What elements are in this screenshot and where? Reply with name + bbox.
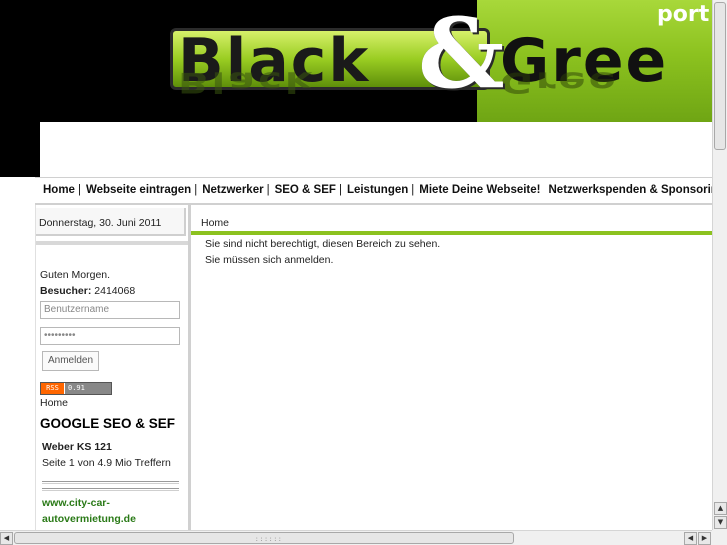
rss-label: RSS: [41, 383, 65, 394]
city-car-link-continued[interactable]: autovermietung.de: [42, 513, 136, 525]
nav-list: Home | Webseite eintragen | Netzwerker | SE…: [35, 178, 725, 202]
banner-area: [40, 122, 712, 177]
scroll-down-icon[interactable]: ▼: [714, 516, 727, 529]
username-input[interactable]: Benutzername: [40, 301, 180, 319]
nav-separator: |: [77, 184, 81, 196]
rss-badge[interactable]: RSS 0.91: [40, 382, 112, 395]
main-navigation: Home | Webseite eintragen | Netzwerker | SE…: [35, 177, 725, 205]
nav-separator: |: [194, 184, 198, 196]
access-denied-message: Sie sind nicht berechtigt, diesen Bereic…: [205, 238, 441, 250]
city-car-link[interactable]: www.city-car-: [42, 497, 110, 509]
login-button[interactable]: Anmelden: [42, 351, 99, 371]
visitors-count: 2414068: [94, 285, 136, 297]
seo-result: Seite 1 von 4.9 Mio Treffern: [42, 457, 171, 469]
nav-item-webseite-eintragen[interactable]: Webseite eintragen: [86, 184, 191, 196]
nav-item-miete-webseite[interactable]: Miete Deine Webseite!: [419, 184, 540, 196]
nav-separator: |: [411, 184, 415, 196]
scroll-left-icon[interactable]: ◀: [0, 532, 13, 545]
seo-keyword: Weber KS 121: [42, 441, 112, 453]
page: Black Black Gree Gree & port Home | Webse…: [0, 0, 727, 545]
vertical-scrollbar[interactable]: ▲ ▼: [712, 0, 727, 530]
nav-item-seo-sef[interactable]: SEO & SEF: [275, 184, 336, 196]
sidebar-divider: [36, 241, 189, 245]
sidebar-home-link[interactable]: Home: [40, 397, 68, 409]
breadcrumb-bar: Home: [191, 208, 712, 235]
scroll-right-icon[interactable]: ▶: [698, 532, 711, 545]
date-box: Donnerstag, 30. Juni 2011: [36, 208, 186, 236]
password-input[interactable]: •••••••••: [40, 327, 180, 345]
horizontal-scroll-thumb[interactable]: ::::::: [14, 532, 514, 544]
nav-item-leistungen[interactable]: Leistungen: [347, 184, 408, 196]
nav-separator: |: [338, 184, 342, 196]
scrollbar-corner: [712, 530, 727, 545]
seo-heading: GOOGLE SEO & SEF: [40, 416, 176, 431]
logo-reflection-black: Black: [178, 65, 315, 98]
scroll-left-icon[interactable]: ◀: [684, 532, 697, 545]
logo-port-text: port: [657, 2, 710, 27]
login-required-message: Sie müssen sich anmelden.: [205, 254, 334, 266]
visitor-counter: Besucher: 2414068: [40, 285, 135, 297]
horizontal-scrollbar[interactable]: ◀ :::::: ◀ ▶: [0, 530, 712, 545]
nav-item-home[interactable]: Home: [43, 184, 75, 196]
current-date: Donnerstag, 30. Juni 2011: [39, 217, 162, 229]
vertical-scroll-thumb[interactable]: [714, 2, 726, 150]
rss-version: 0.91: [65, 383, 111, 394]
greeting-text: Guten Morgen.: [40, 269, 111, 281]
nav-separator: |: [266, 184, 270, 196]
scroll-grip-icon: ::::::: [255, 536, 283, 543]
main-content: Home Sie sind nicht berechtigt, diesen B…: [188, 205, 712, 530]
site-header: Black Black Gree Gree & port: [0, 0, 712, 122]
left-black-strip: [0, 122, 40, 177]
breadcrumb[interactable]: Home: [201, 217, 229, 229]
sidebar-rule: [42, 488, 179, 491]
scroll-up-icon[interactable]: ▲: [714, 502, 727, 515]
left-sidebar: Donnerstag, 30. Juni 2011 Guten Morgen. …: [35, 205, 189, 530]
logo-ampersand: &: [418, 0, 505, 110]
sidebar-rule: [42, 481, 179, 484]
logo-reflection-green: Gree: [500, 65, 619, 98]
nav-item-netzwerker[interactable]: Netzwerker: [202, 184, 263, 196]
visitors-label: Besucher:: [40, 285, 92, 297]
nav-item-netzwerkspenden[interactable]: Netzwerkspenden & Sponsoring: [549, 184, 725, 196]
